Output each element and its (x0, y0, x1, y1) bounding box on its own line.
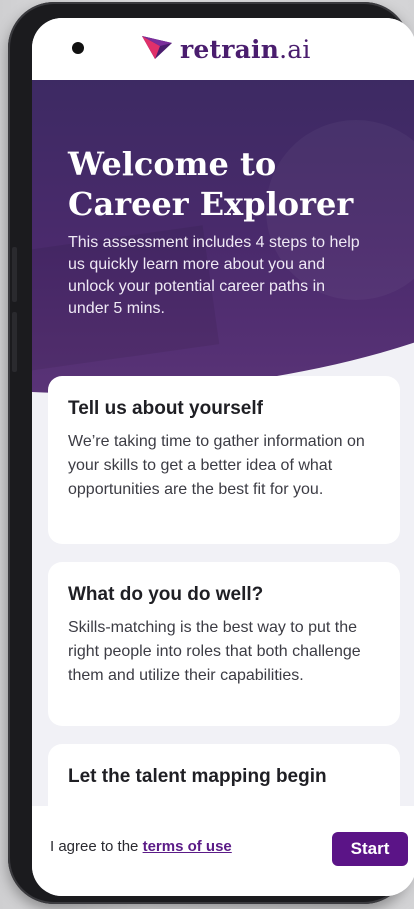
page-title: Welcome to Career Explorer (68, 145, 354, 223)
terms-agreement-text: I agree to the (50, 838, 143, 855)
page-subtitle: This assessment includes 4 steps to help… (68, 234, 360, 317)
step-card-title: Let the talent mapping begin (68, 766, 327, 787)
step-card: What do you do well? Skills-matching is … (48, 562, 400, 726)
step-card-body: We’re taking time to gather information … (68, 433, 365, 498)
step-card-title: Tell us about yourself (68, 398, 263, 419)
consent-footer: I agree to the terms of use Start (32, 806, 414, 896)
step-card-title: What do you do well? (68, 584, 264, 605)
front-camera (72, 42, 84, 54)
app-screen: retrain.ai Welcome to Career Explorer Th… (32, 18, 414, 896)
terms-agreement: I agree to the terms of use (50, 838, 232, 855)
logo-wordmark: retrain.ai (180, 35, 311, 64)
volume-button (12, 247, 17, 302)
app-header: retrain.ai (32, 18, 414, 80)
brand-logo[interactable]: retrain.ai (140, 32, 311, 66)
logo-wordmark-suffix: .ai (279, 34, 311, 64)
phone-frame: retrain.ai Welcome to Career Explorer Th… (8, 2, 414, 904)
logo-wordmark-main: retrain (180, 34, 280, 64)
power-button (12, 312, 17, 372)
step-card-body: Skills-matching is the best way to put t… (68, 619, 361, 684)
step-card: Tell us about yourself We’re taking time… (48, 376, 400, 544)
start-button[interactable]: Start (332, 832, 408, 866)
retrain-logo-icon (140, 33, 174, 66)
terms-of-use-link[interactable]: terms of use (143, 838, 232, 855)
